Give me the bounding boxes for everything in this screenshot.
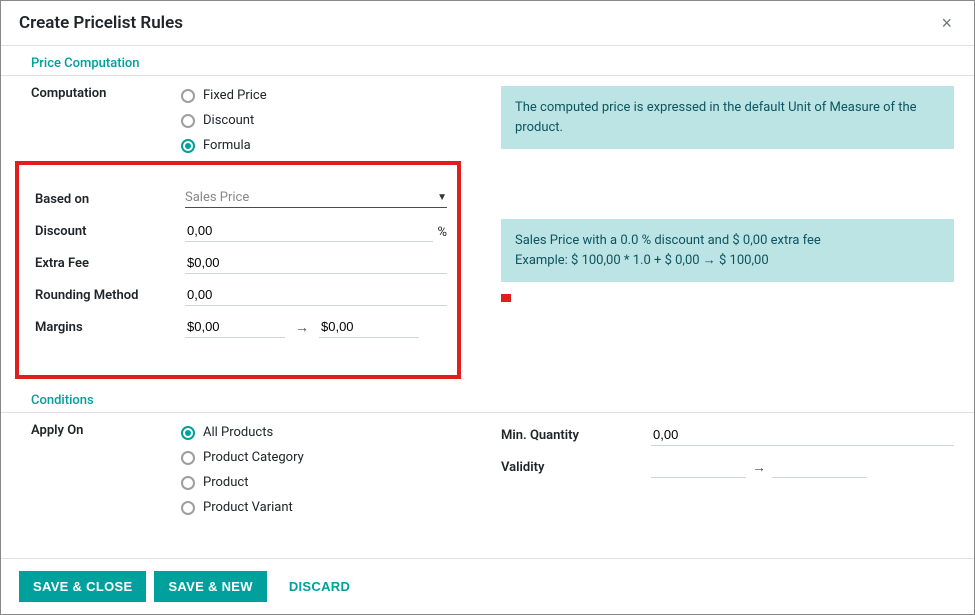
highlight-box: Based on Sales Price ▼ Discount <box>15 161 461 379</box>
info-formula-line1: Sales Price with a 0.0 % discount and $ … <box>515 231 940 251</box>
input-margin-min[interactable] <box>185 316 285 338</box>
label-rounding-method: Rounding Method <box>35 288 185 303</box>
radio-label-fixed-price: Fixed Price <box>203 88 267 103</box>
label-validity: Validity <box>501 460 651 475</box>
radio-icon <box>181 476 195 490</box>
radio-label-discount: Discount <box>203 113 254 128</box>
save-close-button[interactable]: SAVE & CLOSE <box>19 571 146 602</box>
radio-label-product-category: Product Category <box>203 450 304 465</box>
label-computation: Computation <box>31 86 181 101</box>
input-rounding-method[interactable] <box>185 284 447 306</box>
label-apply-on: Apply On <box>31 423 181 438</box>
input-extra-fee[interactable] <box>185 252 447 274</box>
close-icon[interactable]: × <box>937 14 956 32</box>
radio-label-formula: Formula <box>203 138 251 153</box>
radio-fixed-price[interactable]: Fixed Price <box>181 88 461 103</box>
label-margins: Margins <box>35 320 185 335</box>
select-based-on-value: Sales Price <box>185 190 437 205</box>
arrow-right-icon: → <box>295 319 309 336</box>
radio-icon <box>181 139 195 153</box>
radio-discount[interactable]: Discount <box>181 113 461 128</box>
red-square-marker <box>501 294 511 302</box>
input-min-quantity[interactable] <box>651 424 954 446</box>
chevron-down-icon: ▼ <box>437 192 447 203</box>
info-formula: Sales Price with a 0.0 % discount and $ … <box>501 219 954 282</box>
info-formula-line2: Example: $ 100,00 * 1.0 + $ 0,00 → $ 100… <box>515 251 940 271</box>
select-based-on[interactable]: Sales Price ▼ <box>185 190 447 208</box>
modal-title: Create Pricelist Rules <box>19 13 183 33</box>
radio-icon <box>181 501 195 515</box>
save-new-button[interactable]: SAVE & NEW <box>154 571 266 602</box>
modal-body[interactable]: Price Computation Computation Fixed Pric… <box>1 46 974 558</box>
input-validity-from[interactable] <box>651 456 746 478</box>
radio-icon <box>181 114 195 128</box>
section-conditions: Conditions <box>1 387 974 413</box>
radio-icon <box>181 426 195 440</box>
label-based-on: Based on <box>35 192 185 207</box>
modal-footer: SAVE & CLOSE SAVE & NEW DISCARD <box>1 558 974 614</box>
label-extra-fee: Extra Fee <box>35 256 185 271</box>
radio-formula[interactable]: Formula <box>181 138 461 153</box>
radio-product[interactable]: Product <box>181 475 461 490</box>
arrow-right-icon: → <box>752 459 766 476</box>
section-price-computation: Price Computation <box>1 50 974 76</box>
info-uom: The computed price is expressed in the d… <box>501 86 954 149</box>
radio-icon <box>181 451 195 465</box>
modal-create-pricelist-rules: Create Pricelist Rules × Price Computati… <box>0 0 975 615</box>
radio-label-product: Product <box>203 475 248 490</box>
radio-label-all-products: All Products <box>203 425 273 440</box>
input-margin-max[interactable] <box>319 316 419 338</box>
radio-product-variant[interactable]: Product Variant <box>181 500 461 515</box>
label-min-quantity: Min. Quantity <box>501 428 651 443</box>
radio-icon <box>181 89 195 103</box>
radio-product-category[interactable]: Product Category <box>181 450 461 465</box>
input-validity-to[interactable] <box>772 456 867 478</box>
percent-symbol: % <box>437 225 447 242</box>
label-discount: Discount <box>35 224 185 239</box>
discard-button[interactable]: DISCARD <box>275 571 364 602</box>
radio-all-products[interactable]: All Products <box>181 425 461 440</box>
radio-label-product-variant: Product Variant <box>203 500 293 515</box>
modal-header: Create Pricelist Rules × <box>1 1 974 46</box>
input-discount[interactable] <box>185 220 433 242</box>
